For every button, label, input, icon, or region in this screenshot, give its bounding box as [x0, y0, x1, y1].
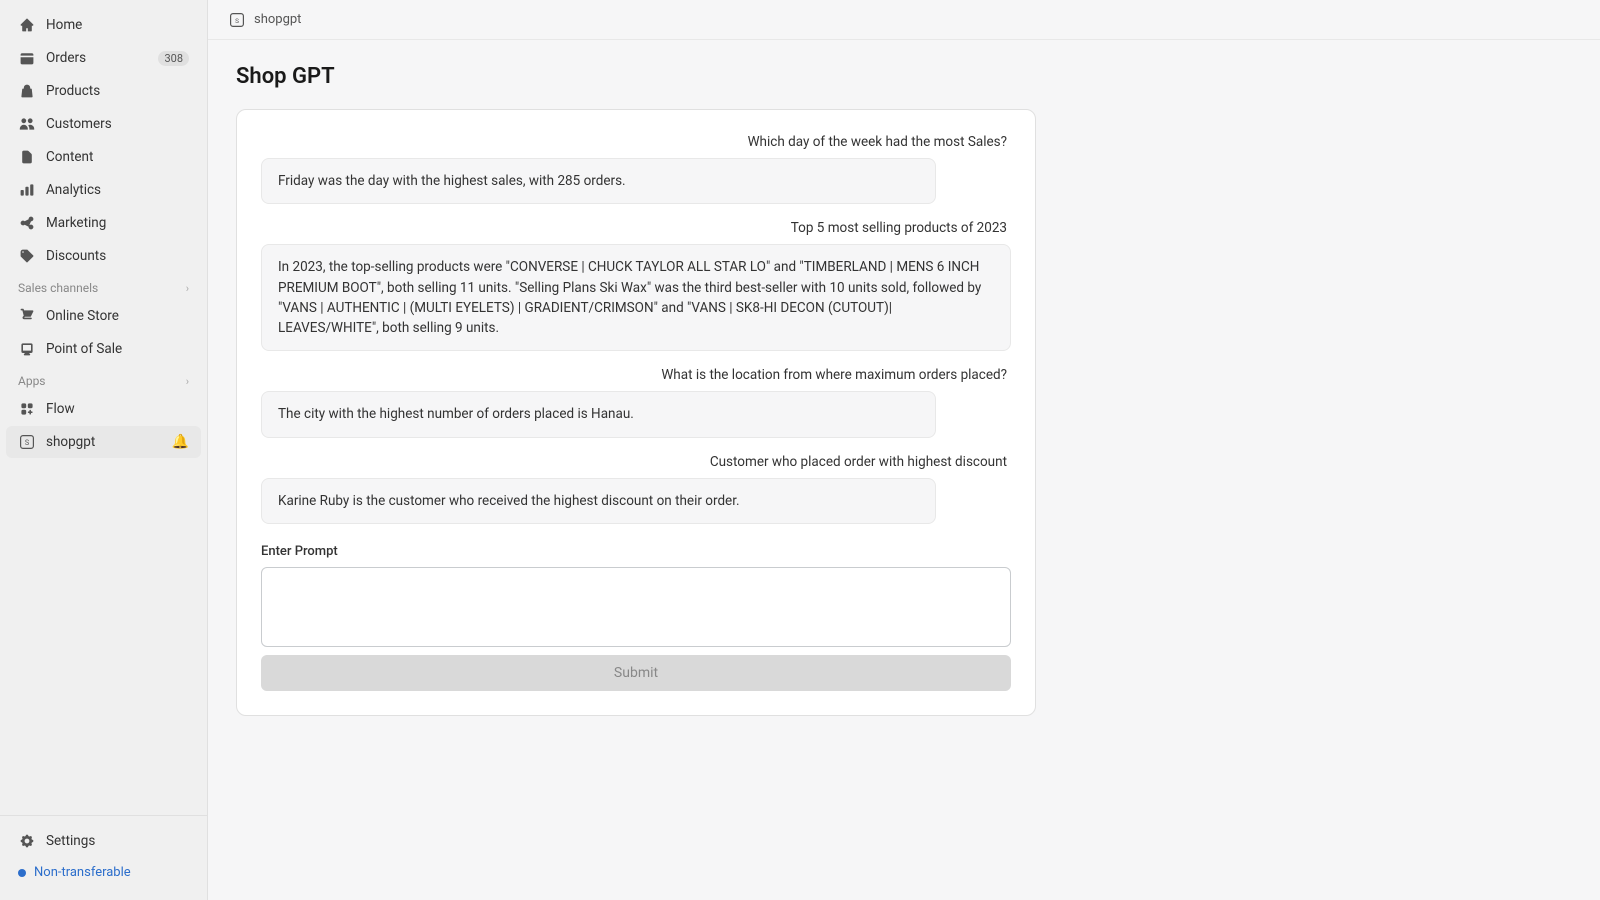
sales-channels-label: Sales channels [18, 281, 98, 295]
non-transferable-item[interactable]: Non-transferable [6, 858, 201, 887]
settings-icon [18, 832, 36, 850]
sidebar-label-content: Content [46, 149, 93, 165]
message-row-3: Customer who placed order with highest d… [261, 454, 1011, 524]
apps-label: Apps [18, 374, 46, 388]
svg-text:S: S [25, 438, 29, 447]
sidebar-item-settings[interactable]: Settings [6, 825, 201, 857]
message-answer-3: Karine Ruby is the customer who received… [261, 478, 936, 524]
sidebar-nav: Home Orders 308 Products Customers [0, 0, 207, 815]
sidebar-item-point-of-sale[interactable]: Point of Sale [6, 333, 201, 365]
message-row-2: What is the location from where maximum … [261, 367, 1011, 437]
main-content: S shopgpt Shop GPT Which day of the week… [208, 0, 1600, 900]
topbar-app-icon: S [228, 11, 246, 29]
non-transferable-label: Non-transferable [34, 865, 131, 880]
sidebar-item-home[interactable]: Home [6, 9, 201, 41]
page-body: Shop GPT Which day of the week had the m… [208, 40, 1600, 900]
input-label: Enter Prompt [261, 544, 1011, 559]
sidebar-item-marketing[interactable]: Marketing [6, 207, 201, 239]
sidebar-item-discounts[interactable]: Discounts [6, 240, 201, 272]
pos-icon [18, 340, 36, 358]
sidebar: Home Orders 308 Products Customers [0, 0, 208, 900]
sidebar-item-online-store[interactable]: Online Store [6, 300, 201, 332]
sidebar-label-marketing: Marketing [46, 215, 106, 231]
sidebar-label-flow: Flow [46, 401, 75, 417]
flow-icon [18, 400, 36, 418]
settings-label: Settings [46, 833, 95, 849]
customers-icon [18, 115, 36, 133]
sidebar-label-discounts: Discounts [46, 248, 106, 264]
non-transferable-dot [18, 869, 26, 877]
sidebar-label-pos: Point of Sale [46, 341, 122, 357]
analytics-icon [18, 181, 36, 199]
topbar: S shopgpt [208, 0, 1600, 40]
sidebar-label-analytics: Analytics [46, 182, 101, 198]
message-question-1: Top 5 most selling products of 2023 [261, 220, 1011, 236]
apps-chevron: › [186, 375, 189, 388]
products-icon [18, 82, 36, 100]
marketing-icon [18, 214, 36, 232]
content-icon [18, 148, 36, 166]
sidebar-label-products: Products [46, 83, 100, 99]
sidebar-item-analytics[interactable]: Analytics [6, 174, 201, 206]
sales-channels-section[interactable]: Sales channels › [0, 273, 207, 299]
sidebar-label-home: Home [46, 17, 82, 33]
message-answer-1: In 2023, the top-selling products were "… [261, 244, 1011, 351]
message-answer-0: Friday was the day with the highest sale… [261, 158, 936, 204]
message-answer-2: The city with the highest number of orde… [261, 391, 936, 437]
apps-section[interactable]: Apps › [0, 366, 207, 392]
message-question-3: Customer who placed order with highest d… [261, 454, 1011, 470]
online-store-icon [18, 307, 36, 325]
svg-text:S: S [235, 17, 239, 25]
sidebar-item-orders[interactable]: Orders 308 [6, 42, 201, 74]
orders-icon [18, 49, 36, 67]
prompt-input[interactable] [261, 567, 1011, 647]
sidebar-label-orders: Orders [46, 50, 86, 66]
message-question-2: What is the location from where maximum … [261, 367, 1011, 383]
sidebar-label-shopgpt: shopgpt [46, 434, 95, 450]
sidebar-bottom: Settings Non-transferable [0, 815, 207, 900]
chat-container: Which day of the week had the most Sales… [236, 109, 1036, 716]
shopgpt-bell-icon: 🔔 [172, 434, 189, 450]
sidebar-item-flow[interactable]: Flow [6, 393, 201, 425]
sidebar-item-products[interactable]: Products [6, 75, 201, 107]
message-question-0: Which day of the week had the most Sales… [261, 134, 1011, 150]
sidebar-label-customers: Customers [46, 116, 112, 132]
message-row-0: Which day of the week had the most Sales… [261, 134, 1011, 204]
sidebar-item-shopgpt[interactable]: S shopgpt 🔔 [6, 426, 201, 458]
sidebar-label-online-store: Online Store [46, 308, 119, 324]
topbar-title: shopgpt [254, 12, 301, 27]
submit-button[interactable]: Submit [261, 655, 1011, 691]
message-row-1: Top 5 most selling products of 2023 In 2… [261, 220, 1011, 351]
shopgpt-sidebar-icon: S [18, 433, 36, 451]
page-title: Shop GPT [236, 64, 1572, 89]
sales-channels-chevron: › [186, 282, 189, 295]
orders-badge: 308 [158, 51, 189, 66]
input-section: Enter Prompt Submit [261, 544, 1011, 691]
discounts-icon [18, 247, 36, 265]
sidebar-item-customers[interactable]: Customers [6, 108, 201, 140]
sidebar-item-content[interactable]: Content [6, 141, 201, 173]
home-icon [18, 16, 36, 34]
